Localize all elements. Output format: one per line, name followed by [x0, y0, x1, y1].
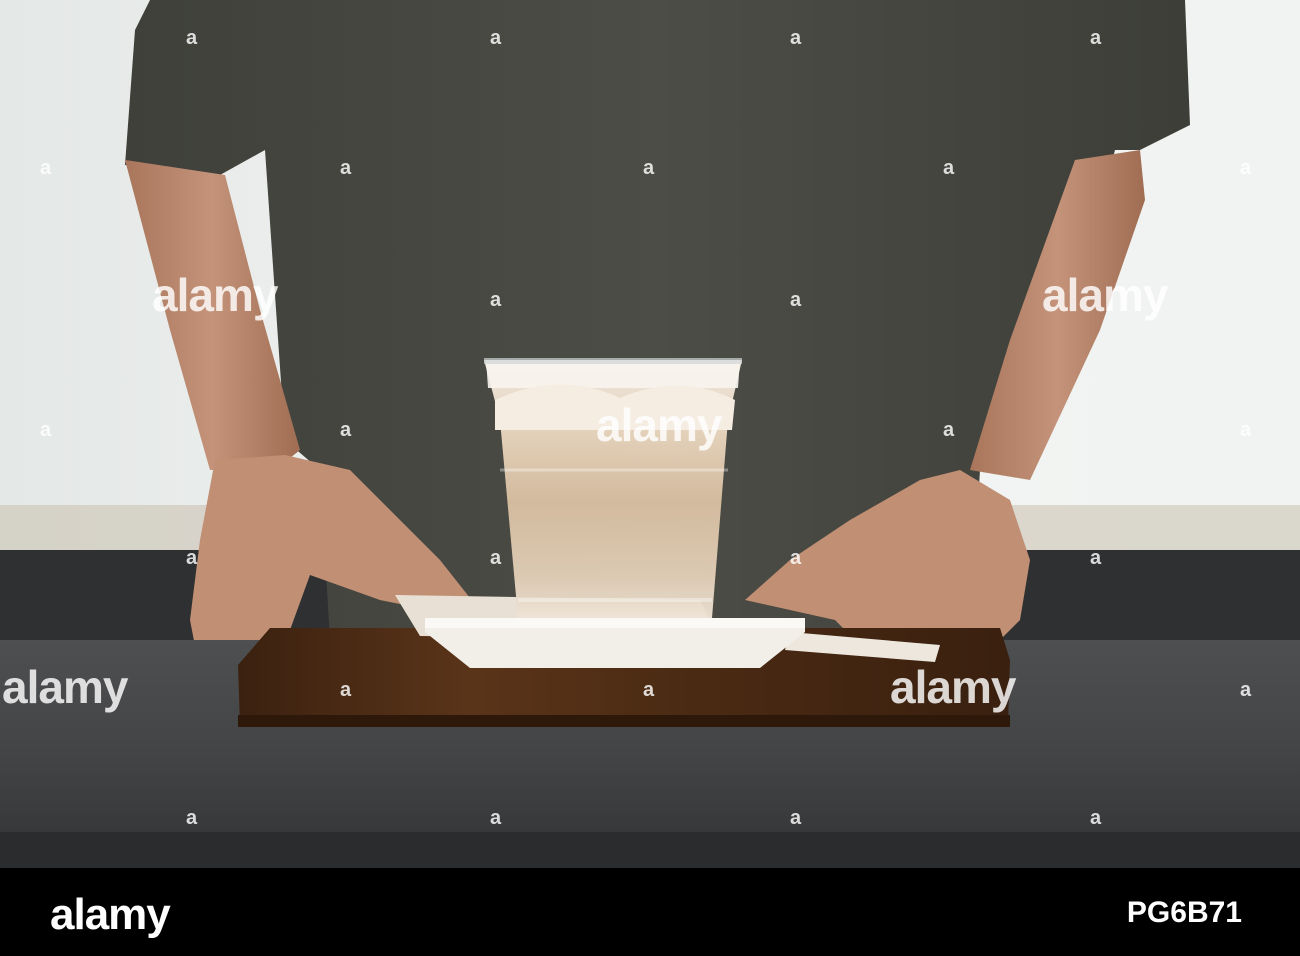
- watermark: alamy: [2, 661, 128, 713]
- watermark-mark: a: [40, 157, 51, 179]
- watermark: alamy: [890, 661, 1016, 713]
- watermark-mark: a: [790, 807, 801, 829]
- watermark-mark: a: [1090, 807, 1101, 829]
- alamy-logo[interactable]: alamy: [50, 890, 171, 940]
- watermark-mark: a: [943, 419, 954, 441]
- watermark-mark: a: [490, 547, 501, 569]
- watermark-mark: a: [1090, 27, 1101, 49]
- watermark-mark: a: [490, 289, 501, 311]
- watermark-mark: a: [790, 289, 801, 311]
- photo: a a a a a a a a a alamy a a alamy a a al…: [0, 0, 1300, 868]
- watermark-mark: a: [1240, 419, 1251, 441]
- watermark-mark: a: [1240, 157, 1251, 179]
- watermark-mark: a: [340, 419, 351, 441]
- watermark-mark: a: [490, 807, 501, 829]
- watermark-mark: a: [186, 547, 197, 569]
- watermark-mark: a: [790, 547, 801, 569]
- watermark-mark: a: [40, 419, 51, 441]
- watermark-mark: a: [790, 27, 801, 49]
- image-id: PG6B71: [1126, 896, 1242, 929]
- watermark-mark: a: [643, 157, 654, 179]
- watermark-mark: a: [1090, 547, 1101, 569]
- watermark: alamy: [1042, 269, 1168, 321]
- watermark-mark: a: [943, 157, 954, 179]
- watermark-mark: a: [643, 679, 654, 701]
- watermark-mark: a: [1240, 679, 1251, 701]
- watermark-mark: a: [186, 27, 197, 49]
- watermark-mark: a: [340, 157, 351, 179]
- watermark: alamy: [152, 269, 278, 321]
- watermark-mark: a: [186, 807, 197, 829]
- footer-bar: alamy PG6B71: [0, 868, 1300, 956]
- watermark-mark: a: [340, 679, 351, 701]
- watermark-mark: a: [490, 27, 501, 49]
- watermark: alamy: [596, 399, 722, 451]
